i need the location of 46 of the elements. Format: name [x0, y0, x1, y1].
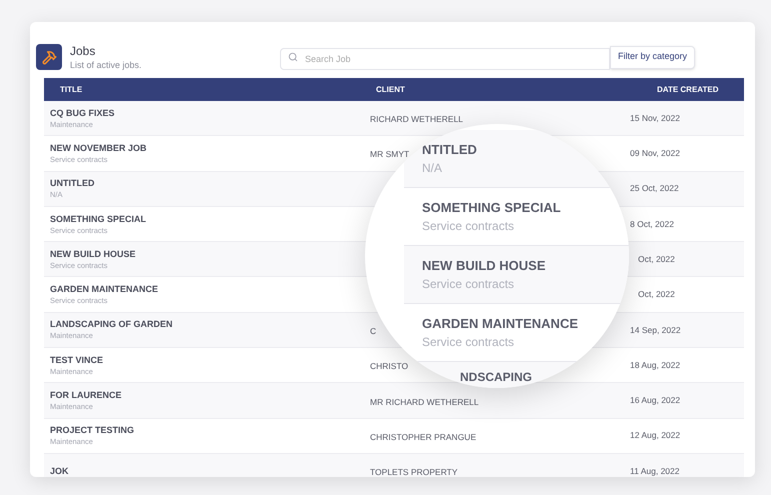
job-title: NEW NOVEMBER JOB — [50, 142, 148, 154]
date-created: Oct, 2022 — [638, 288, 675, 301]
date-created: 14 Sep, 2022 — [630, 324, 681, 336]
job-title: PROJECT TESTING — [50, 424, 136, 436]
job-title: NEW BUILD HOUSE — [50, 248, 136, 260]
date-created: 18 Aug, 2022 — [630, 358, 680, 372]
search-field[interactable]: Search Job — [280, 48, 610, 70]
date-created: 11 Aug, 2022 — [630, 464, 680, 477]
column-header[interactable]: DATE CREATED — [657, 84, 718, 96]
job-title: NEW BUILD HOUSE — [422, 256, 546, 274]
client-name: MR SMYT — [370, 149, 410, 160]
job-title: CQ BUG FIXES — [50, 106, 116, 119]
filter-button[interactable]: Filter by category — [610, 46, 696, 68]
job-category: Service contracts — [422, 334, 514, 350]
date-created: 09 Nov, 2022 — [630, 147, 680, 160]
date-created: 8 Oct, 2022 — [630, 218, 674, 230]
job-title: TEST VINCE — [50, 354, 104, 366]
client-name: MR RICHARD WETHERELL — [370, 396, 479, 407]
date-created: 12 Aug, 2022 — [630, 429, 680, 442]
job-title: NDSCAPING — [460, 369, 532, 386]
job-title: GARDEN MAINTENANCE — [50, 283, 159, 296]
job-category: Service contracts — [422, 218, 514, 234]
date-created: Oct, 2022 — [638, 252, 675, 266]
job-title: LANDSCAPING OF GARDEN — [50, 318, 174, 330]
client-name: C — [370, 326, 376, 336]
job-title: UNTITLED — [50, 177, 96, 190]
job-title: FOR LAURENCE — [50, 389, 122, 402]
date-created: 16 Aug, 2022 — [630, 394, 680, 407]
job-title: NTITLED — [422, 140, 477, 158]
client-name: CHRISTOPHER PRANGUE — [370, 432, 476, 442]
client-name: CHRISTO — [370, 361, 408, 372]
job-category: Service contracts — [422, 276, 514, 292]
hammer-icon — [36, 44, 62, 70]
job-title: JOK — [50, 465, 70, 477]
job-category: N/A — [422, 160, 442, 176]
date-created: 15 Nov, 2022 — [630, 112, 680, 125]
date-created: 25 Oct, 2022 — [630, 182, 679, 196]
column-header[interactable]: TITLE — [60, 84, 376, 96]
job-title: SOMETHING SPECIAL — [422, 198, 561, 216]
job-title: SOMETHING SPECIAL — [50, 212, 148, 225]
client-name: TOPLETS PROPERTY — [370, 467, 458, 477]
page-title: Jobs — [70, 44, 96, 58]
client-name: RICHARD WETHERELL — [370, 114, 464, 124]
page-subtitle: List of active jobs. — [70, 58, 143, 70]
job-title: GARDEN MAINTENANCE — [422, 314, 578, 332]
column-header[interactable]: CLIENT — [376, 84, 630, 96]
